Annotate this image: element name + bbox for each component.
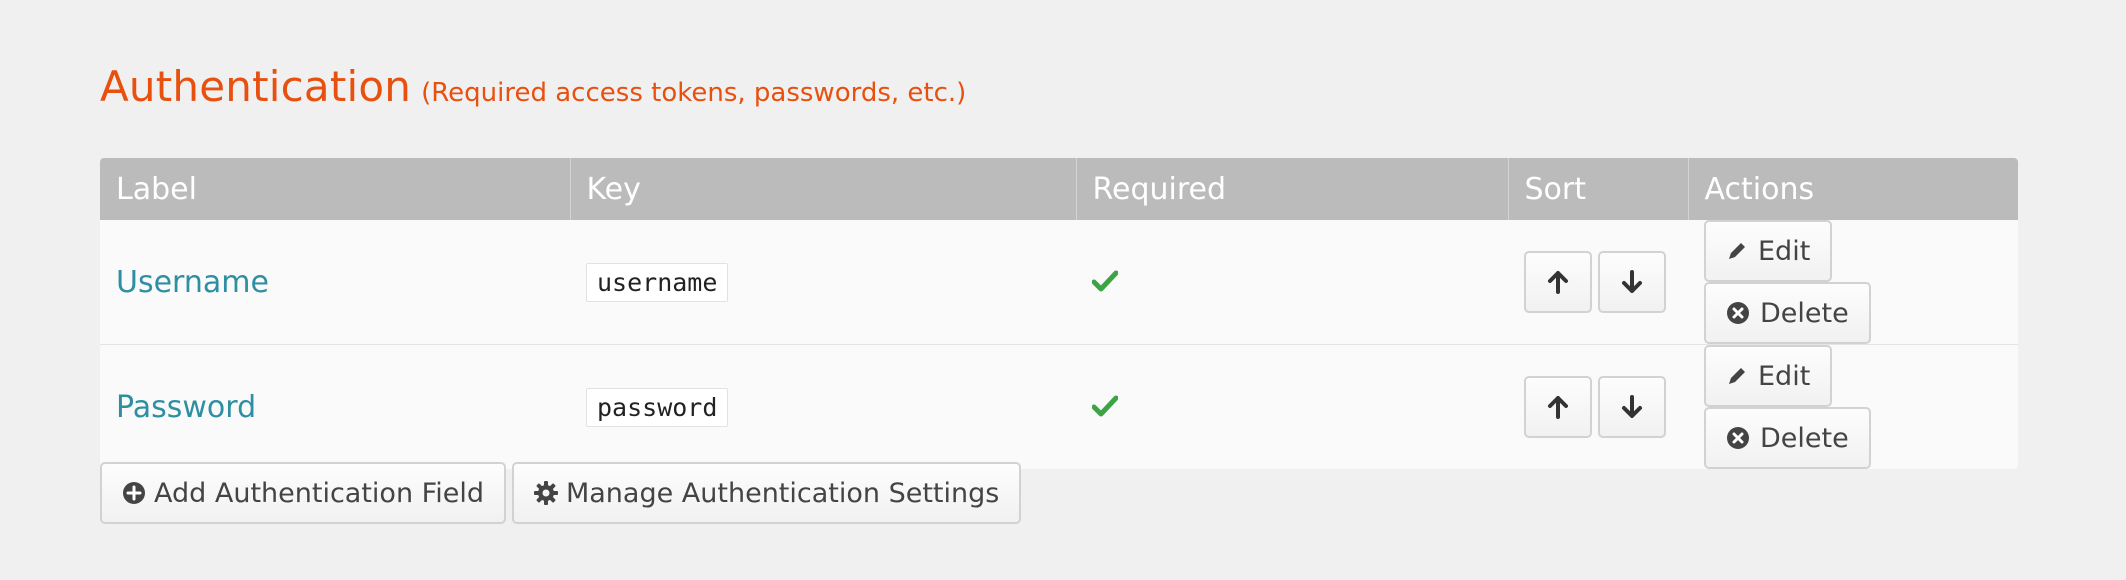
edit-button[interactable]: Edit [1704,345,1833,407]
delete-label: Delete [1760,297,1849,329]
add-authentication-field-label: Add Authentication Field [154,477,484,509]
column-header-label: Label [100,158,571,220]
move-up-button[interactable] [1524,376,1592,438]
section-subtitle: (Required access tokens, passwords, etc.… [421,78,967,108]
field-label-link[interactable]: Username [116,265,269,300]
column-header-required: Required [1076,158,1509,220]
delete-label: Delete [1760,422,1849,454]
move-down-button[interactable] [1598,376,1666,438]
move-down-button[interactable] [1598,251,1666,313]
label-cell: Password [100,344,570,469]
field-key: password [586,387,729,427]
move-up-button[interactable] [1524,251,1592,313]
manage-authentication-settings-button[interactable]: Manage Authentication Settings [511,462,1022,524]
label-cell: Username [100,220,570,345]
column-header-key: Key [570,158,1077,220]
pencil-icon [1726,365,1748,387]
table-row: Password password Edit Delete [100,344,2018,469]
sort-cell [1508,220,1688,345]
delete-button[interactable]: Delete [1704,282,1871,344]
arrow-down-icon [1621,395,1643,419]
circle-x-icon [1726,426,1750,450]
gear-icon [533,481,558,505]
check-icon [1091,390,1119,416]
sort-cell [1508,344,1688,469]
key-cell: username [570,220,1076,345]
edit-button[interactable]: Edit [1704,220,1833,282]
actions-cell: Edit Delete [1688,220,2018,345]
edit-label: Edit [1758,235,1811,267]
key-cell: password [570,344,1076,469]
column-header-actions: Actions [1688,158,2018,220]
arrow-up-icon [1547,395,1569,419]
circle-x-icon [1726,301,1750,325]
table-row: Username username Edit Delete [100,220,2018,345]
column-header-sort: Sort [1508,158,1689,220]
edit-label: Edit [1758,360,1811,392]
delete-button[interactable]: Delete [1704,407,1871,469]
required-cell [1076,220,1508,345]
section-heading: Authentication (Required access tokens, p… [100,62,966,111]
pencil-icon [1726,240,1748,262]
required-cell [1076,344,1508,469]
manage-authentication-settings-label: Manage Authentication Settings [565,477,1000,509]
actions-cell: Edit Delete [1688,344,2018,469]
circle-plus-icon [122,481,146,505]
add-authentication-field-button[interactable]: Add Authentication Field [100,462,506,524]
check-icon [1091,265,1119,291]
arrow-up-icon [1547,270,1569,294]
arrow-down-icon [1621,270,1643,294]
table-header: Label Key Required Sort Actions [100,158,2018,220]
section-title: Authentication [100,62,412,111]
field-label-link[interactable]: Password [116,390,256,425]
field-key: username [586,262,729,302]
footer-actions: Add Authentication Field Manage Authenti… [100,462,1027,524]
auth-fields-table: Label Key Required Sort Actions Username… [100,158,2018,469]
